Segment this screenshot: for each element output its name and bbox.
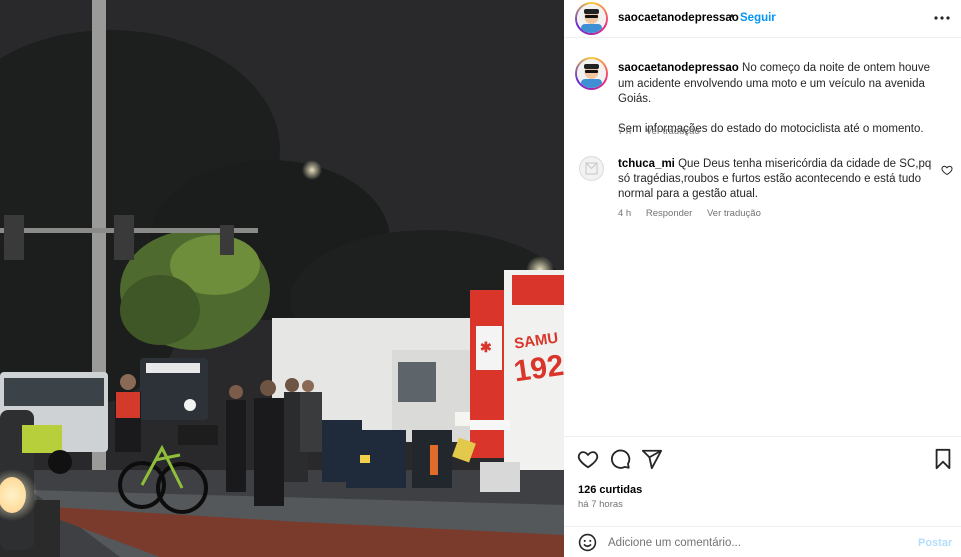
comment-text: tchuca_mi Que Deus tenha misericórdia da…: [618, 157, 936, 202]
follow-button[interactable]: Seguir: [740, 12, 776, 24]
caption-translate-link[interactable]: Ver tradução: [646, 126, 700, 137]
bookmark-icon[interactable]: [932, 448, 954, 470]
svg-text:✱: ✱: [480, 339, 492, 355]
comment-input[interactable]: [608, 533, 898, 552]
caption-meta: 7 h Ver tradução: [618, 126, 712, 137]
comment-reply-button[interactable]: Responder: [646, 208, 692, 219]
caption-time: 7 h: [618, 126, 632, 137]
author-username[interactable]: saocaetanodepressao: [618, 12, 739, 24]
emoji-icon[interactable]: [578, 533, 597, 552]
post-actions: 126 curtidas há 7 horas: [564, 436, 961, 526]
comment-time: 4 h: [618, 208, 632, 219]
add-comment-bar: Postar: [564, 526, 961, 557]
likes-count[interactable]: 126 curtidas: [578, 484, 642, 496]
avatar-cartoon-icon: [577, 4, 606, 33]
post-header: saocaetanodepressao • Seguir: [564, 0, 961, 38]
default-avatar-icon: [585, 162, 598, 175]
post-side-panel: saocaetanodepressao • Seguir saocaetanod…: [564, 0, 961, 557]
post-comment-button[interactable]: Postar: [918, 537, 952, 549]
comment-icon[interactable]: [609, 448, 631, 470]
avatar-cartoon-icon: [577, 59, 606, 88]
comment-like-heart-icon[interactable]: [941, 163, 953, 176]
accident-scene-image: ✱ SAMU 192: [0, 0, 564, 557]
post-photo[interactable]: ✱ SAMU 192: [0, 0, 564, 557]
commenter-avatar[interactable]: [579, 156, 604, 181]
ambulance-number-text: 192: [512, 349, 564, 389]
more-options-icon[interactable]: [931, 8, 953, 28]
posted-ago: há 7 horas: [578, 499, 623, 510]
separator-dot: •: [730, 11, 735, 23]
caption-author-avatar[interactable]: [575, 57, 608, 90]
heart-icon[interactable]: [577, 448, 599, 470]
caption-username[interactable]: saocaetanodepressao: [618, 62, 739, 74]
comment-meta: 4 h Responder Ver tradução: [618, 208, 773, 219]
comment-translate-link[interactable]: Ver tradução: [707, 208, 761, 219]
comment-username[interactable]: tchuca_mi: [618, 158, 675, 170]
share-icon[interactable]: [641, 448, 663, 470]
author-avatar[interactable]: [575, 2, 608, 35]
